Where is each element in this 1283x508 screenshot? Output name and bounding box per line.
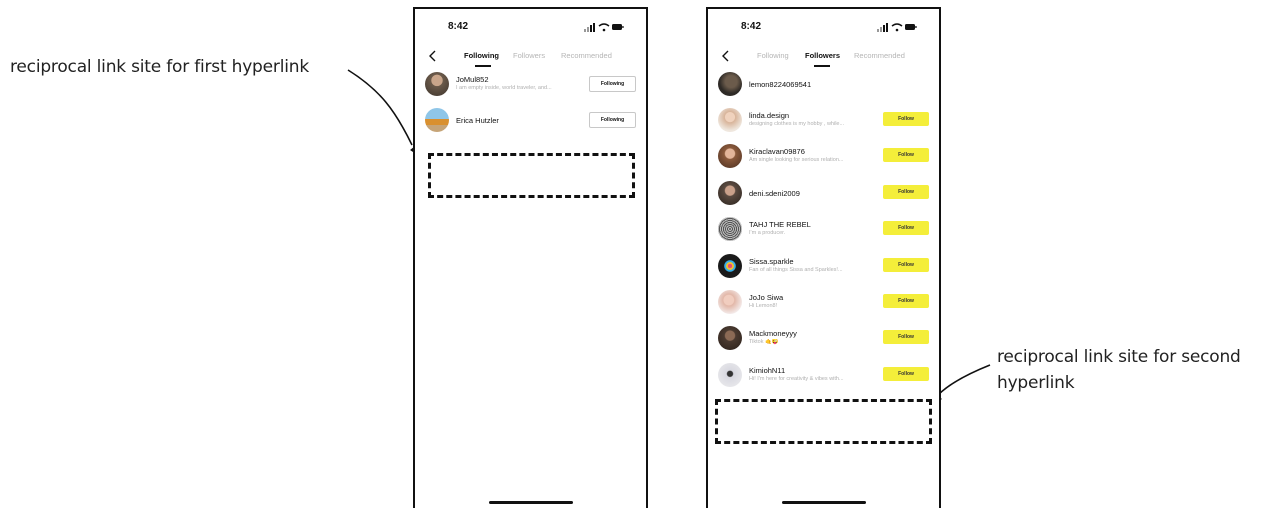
avatar xyxy=(718,326,742,350)
list-item[interactable]: deni.sdeni2009 Follow xyxy=(708,181,939,209)
bio: Fan of all things Sissa and Sparkles!... xyxy=(749,267,843,273)
list-item[interactable]: JoMul852 I am empty inside, world travel… xyxy=(415,72,646,100)
status-bar: 8:42 xyxy=(415,21,646,35)
reciprocal-link-site-1 xyxy=(428,153,635,198)
home-indicator xyxy=(782,501,866,504)
phone-right: 8:42 Following Followers Recommended lem… xyxy=(706,7,941,508)
bio: Hi Lemon8! xyxy=(749,303,778,309)
avatar xyxy=(718,72,742,96)
follow-button[interactable]: Follow xyxy=(883,112,929,126)
username: linda.design xyxy=(749,111,790,120)
username: lemon8224069541 xyxy=(749,80,812,89)
bio: Tiktok 🤙😜 xyxy=(749,339,779,345)
status-icons xyxy=(584,23,624,32)
username: deni.sdeni2009 xyxy=(749,189,800,198)
arrow-1 xyxy=(347,69,413,146)
status-icons xyxy=(877,23,917,32)
status-time: 8:42 xyxy=(448,21,469,32)
list-item[interactable]: KimiohN11 Hi! I'm here for creativity & … xyxy=(708,363,939,391)
bio: I am empty inside, world traveler, and..… xyxy=(456,85,552,91)
tab-underline xyxy=(475,65,491,67)
back-icon[interactable] xyxy=(720,49,732,63)
tab-bar: Following Followers Recommended xyxy=(708,49,939,73)
username: Kiraclavan09876 xyxy=(749,147,805,156)
follow-button[interactable]: Follow xyxy=(883,148,929,162)
tab-bar: Following Followers Recommended xyxy=(415,49,646,73)
avatar xyxy=(718,254,742,278)
list-item[interactable]: Mackmoneyyy Tiktok 🤙😜 Follow xyxy=(708,326,939,354)
avatar xyxy=(718,108,742,132)
tab-following[interactable]: Following xyxy=(757,51,789,60)
tab-underline xyxy=(814,65,830,67)
list-item[interactable]: Kiraclavan09876 Am single looking for se… xyxy=(708,144,939,172)
follow-button[interactable]: Follow xyxy=(883,330,929,344)
avatar xyxy=(425,72,449,96)
username: Erica Hutzler xyxy=(456,116,499,125)
avatar xyxy=(718,217,742,241)
follow-button[interactable]: Follow xyxy=(883,367,929,381)
avatar xyxy=(425,108,449,132)
follow-button[interactable]: Follow xyxy=(883,221,929,235)
reciprocal-link-site-2 xyxy=(715,399,932,444)
tab-recommended[interactable]: Recommended xyxy=(561,51,612,60)
bio: I'm a producer. xyxy=(749,230,786,236)
list-item[interactable]: linda.design designing clothes is my hob… xyxy=(708,108,939,136)
avatar xyxy=(718,181,742,205)
following-button[interactable]: Following xyxy=(589,76,636,92)
username: JoJo Siwa xyxy=(749,293,784,302)
bio: designing clothes is my hobby , while... xyxy=(749,121,845,127)
follow-button[interactable]: Follow xyxy=(883,185,929,199)
tab-followers[interactable]: Followers xyxy=(805,51,840,60)
arrow-2 xyxy=(937,364,991,396)
list-item[interactable]: JoJo Siwa Hi Lemon8! Follow xyxy=(708,290,939,318)
follow-button[interactable]: Follow xyxy=(883,294,929,308)
avatar xyxy=(718,144,742,168)
tab-followers[interactable]: Followers xyxy=(513,51,545,60)
username: Mackmoneyyy xyxy=(749,329,797,338)
username: Sissa.sparkle xyxy=(749,257,794,266)
avatar xyxy=(718,363,742,387)
tab-recommended[interactable]: Recommended xyxy=(854,51,905,60)
status-bar: 8:42 xyxy=(708,21,939,35)
list-item[interactable]: Sissa.sparkle Fan of all things Sissa an… xyxy=(708,254,939,282)
bio: Am single looking for serious relation..… xyxy=(749,157,844,163)
following-button[interactable]: Following xyxy=(589,112,636,128)
username: JoMul852 xyxy=(456,75,489,84)
follow-button[interactable]: Follow xyxy=(883,258,929,272)
phone-left: 8:42 Following Followers Recommended JoM… xyxy=(413,7,648,508)
status-time: 8:42 xyxy=(741,21,762,32)
username: TAHJ THE REBEL xyxy=(749,220,811,229)
list-item[interactable]: TAHJ THE REBEL I'm a producer. Follow xyxy=(708,217,939,245)
back-icon[interactable] xyxy=(427,49,439,63)
home-indicator xyxy=(489,501,573,504)
bio: Hi! I'm here for creativity & vibes with… xyxy=(749,376,844,382)
avatar xyxy=(718,290,742,314)
username: KimiohN11 xyxy=(749,366,786,375)
list-item[interactable]: lemon8224069541 xyxy=(708,72,939,100)
list-item[interactable]: Erica Hutzler Following xyxy=(415,108,646,136)
tab-following[interactable]: Following xyxy=(464,51,499,60)
